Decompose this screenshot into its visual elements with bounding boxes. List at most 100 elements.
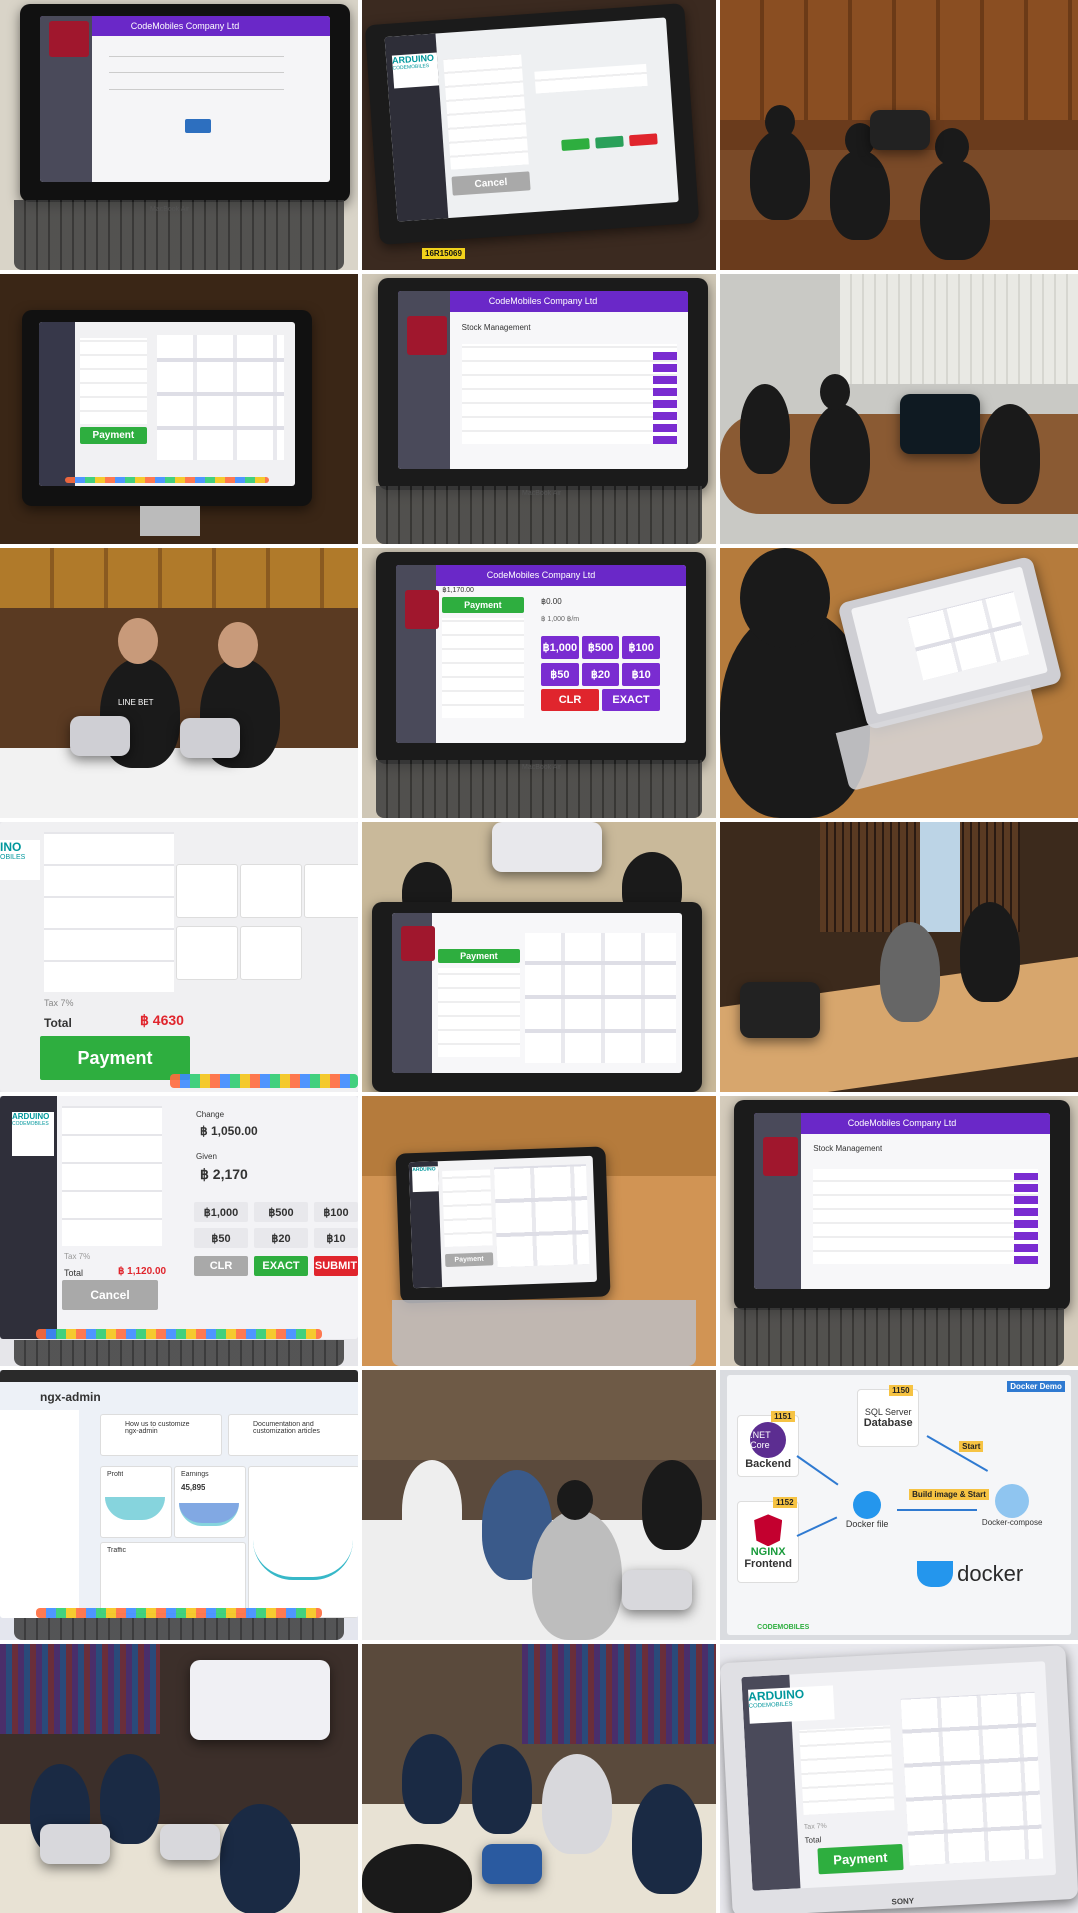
laptop: CodeMobiles Company Ltd Stock Management bbox=[378, 278, 708, 490]
numpad-button[interactable] bbox=[561, 137, 591, 151]
cancel-button[interactable]: Cancel bbox=[62, 1280, 158, 1310]
traffic-card: Traffic bbox=[100, 1542, 246, 1614]
payment-button[interactable]: Payment bbox=[442, 596, 524, 613]
angular-logo bbox=[404, 589, 440, 629]
tax-label: Tax 7% bbox=[44, 998, 74, 1008]
screen-closeup: INO OBILES Tax 7% Total ฿ 4630 Payment bbox=[0, 822, 358, 1092]
photo-tile-2: ARDUINO CODEMOBILES Cancel 16R15069 bbox=[362, 0, 716, 270]
numpad-50[interactable]: ฿50 bbox=[194, 1228, 248, 1248]
nginx-label: NGINX bbox=[750, 1546, 786, 1559]
exact-button[interactable]: EXACT bbox=[254, 1256, 308, 1276]
arrow bbox=[796, 1455, 839, 1486]
photo-tile-1: CodeMobiles Company Ltd MacBook Air bbox=[0, 0, 358, 270]
given-amount: ฿0.00 bbox=[541, 596, 562, 606]
laptop-label: MacBook Air bbox=[522, 764, 562, 771]
numpad-button[interactable] bbox=[595, 135, 624, 149]
given-amount-alt: ฿ 1,000 ฿/m bbox=[541, 615, 580, 623]
payment-button[interactable]: Payment bbox=[444, 1252, 494, 1267]
backend-label: Backend bbox=[745, 1458, 792, 1471]
payment-button[interactable]: Payment bbox=[817, 1844, 904, 1875]
laptop: Payment bbox=[372, 902, 702, 1092]
change-label: Change bbox=[196, 1110, 225, 1119]
numpad-50[interactable]: ฿50 bbox=[541, 662, 579, 686]
app-title: CodeMobiles Company Ltd bbox=[847, 1118, 957, 1129]
numpad-500[interactable]: ฿500 bbox=[254, 1202, 308, 1222]
exact-button[interactable]: EXACT bbox=[601, 689, 661, 711]
banner-text: How us to customize ngx-admin bbox=[125, 1421, 190, 1435]
photo-tile-13: ARDUINO CODEMOBILES Tax 7% Total ฿ 1,120… bbox=[0, 1096, 358, 1366]
product-grid bbox=[525, 932, 677, 1064]
laptop: ARDUINO Payment bbox=[395, 1146, 611, 1304]
laptop: CodeMobiles Company Ltd Stock Management bbox=[734, 1100, 1070, 1310]
cart-list bbox=[438, 967, 520, 1058]
database-node: SQL Server Database bbox=[857, 1389, 920, 1448]
database-label: Database bbox=[863, 1417, 913, 1430]
numpad-500[interactable]: ฿500 bbox=[581, 635, 620, 660]
angular-logo bbox=[406, 315, 448, 355]
amount-box bbox=[533, 63, 648, 94]
photo-tile-15: CodeMobiles Company Ltd Stock Management bbox=[720, 1096, 1078, 1366]
numpad-1000[interactable]: ฿1,000 bbox=[541, 635, 579, 660]
keyboard bbox=[734, 1308, 1064, 1366]
docker-demo-label: Docker Demo bbox=[1007, 1381, 1065, 1393]
laptop-screen: Payment bbox=[391, 913, 683, 1073]
stock-table bbox=[813, 1169, 1038, 1265]
projected-diagram: Docker Demo .NET Core Backend 1151 SQL S… bbox=[727, 1375, 1071, 1635]
laptop bbox=[482, 1844, 542, 1884]
numpad-100[interactable]: ฿100 bbox=[314, 1202, 358, 1222]
product-card bbox=[304, 864, 358, 918]
arduino-logo: ARDUINO bbox=[412, 1166, 439, 1193]
numpad-1000[interactable]: ฿1,000 bbox=[194, 1202, 248, 1222]
banner-card: How us to customize ngx-admin bbox=[100, 1414, 222, 1456]
photo-tile-14: ARDUINO Payment bbox=[362, 1096, 716, 1366]
arduino-sub: CODEMOBILES bbox=[12, 1121, 49, 1127]
sidebar bbox=[0, 1410, 79, 1619]
payment-button[interactable]: Payment bbox=[80, 427, 147, 444]
person-head bbox=[740, 548, 830, 648]
laptop-screen: CodeMobiles Company Ltd bbox=[39, 15, 331, 183]
photo-tile-4: Payment bbox=[0, 274, 358, 544]
numpad-button[interactable] bbox=[628, 133, 658, 147]
photo-tile-20 bbox=[362, 1644, 716, 1913]
numpad-10[interactable]: ฿10 bbox=[314, 1228, 358, 1248]
product-grid bbox=[907, 590, 1030, 681]
person bbox=[920, 160, 990, 260]
cart-list bbox=[441, 1169, 493, 1247]
photo-tile-11: Payment bbox=[362, 822, 716, 1092]
payment-button[interactable]: Payment bbox=[40, 1036, 190, 1080]
given-label: Given bbox=[196, 1152, 217, 1161]
given-value: ฿ 2,170 bbox=[200, 1166, 248, 1182]
submit-button[interactable]: SUBMIT bbox=[314, 1256, 358, 1276]
curtain bbox=[840, 274, 1078, 384]
screen-closeup: ARDUINO CODEMOBILES Tax 7% Total ฿ 1,120… bbox=[0, 1096, 358, 1339]
wooden-wall bbox=[0, 548, 358, 608]
angular-logo bbox=[48, 20, 90, 58]
app-title: CodeMobiles Company Ltd bbox=[488, 296, 598, 307]
clear-button[interactable]: CLR bbox=[541, 689, 600, 711]
angular-logo bbox=[400, 926, 436, 962]
person bbox=[362, 1844, 472, 1913]
numpad-100[interactable]: ฿100 bbox=[622, 635, 661, 660]
port-tag: 1150 bbox=[889, 1385, 913, 1397]
port-tag: 1152 bbox=[773, 1497, 797, 1509]
numpad-10[interactable]: ฿10 bbox=[622, 662, 661, 686]
tapestry bbox=[522, 1644, 716, 1744]
tax-label: Tax 7% bbox=[64, 1252, 91, 1261]
numpad-20[interactable]: ฿20 bbox=[581, 662, 620, 686]
change-value: ฿ 1,050.00 bbox=[200, 1124, 258, 1138]
numpad-20[interactable]: ฿20 bbox=[254, 1228, 308, 1248]
photo-tile-8: CodeMobiles Company Ltd Payment ฿1,170.0… bbox=[362, 548, 716, 818]
photo-tile-7: LINE BET bbox=[0, 548, 358, 818]
angular-logo bbox=[763, 1137, 799, 1177]
photo-tile-16: ngx-admin How us to customize ngx-admin … bbox=[0, 1370, 358, 1640]
photo-tile-17 bbox=[362, 1370, 716, 1640]
payment-button[interactable]: Payment bbox=[438, 948, 520, 963]
clear-button[interactable]: CLR bbox=[194, 1256, 248, 1276]
shirt-text: LINE BET bbox=[118, 698, 154, 707]
chart-card bbox=[248, 1466, 358, 1618]
person-head bbox=[765, 105, 795, 139]
chart-wave bbox=[105, 1497, 165, 1520]
backend-node: .NET Core Backend bbox=[737, 1415, 800, 1478]
form-line bbox=[109, 55, 284, 57]
cancel-button[interactable]: Cancel bbox=[451, 171, 531, 196]
